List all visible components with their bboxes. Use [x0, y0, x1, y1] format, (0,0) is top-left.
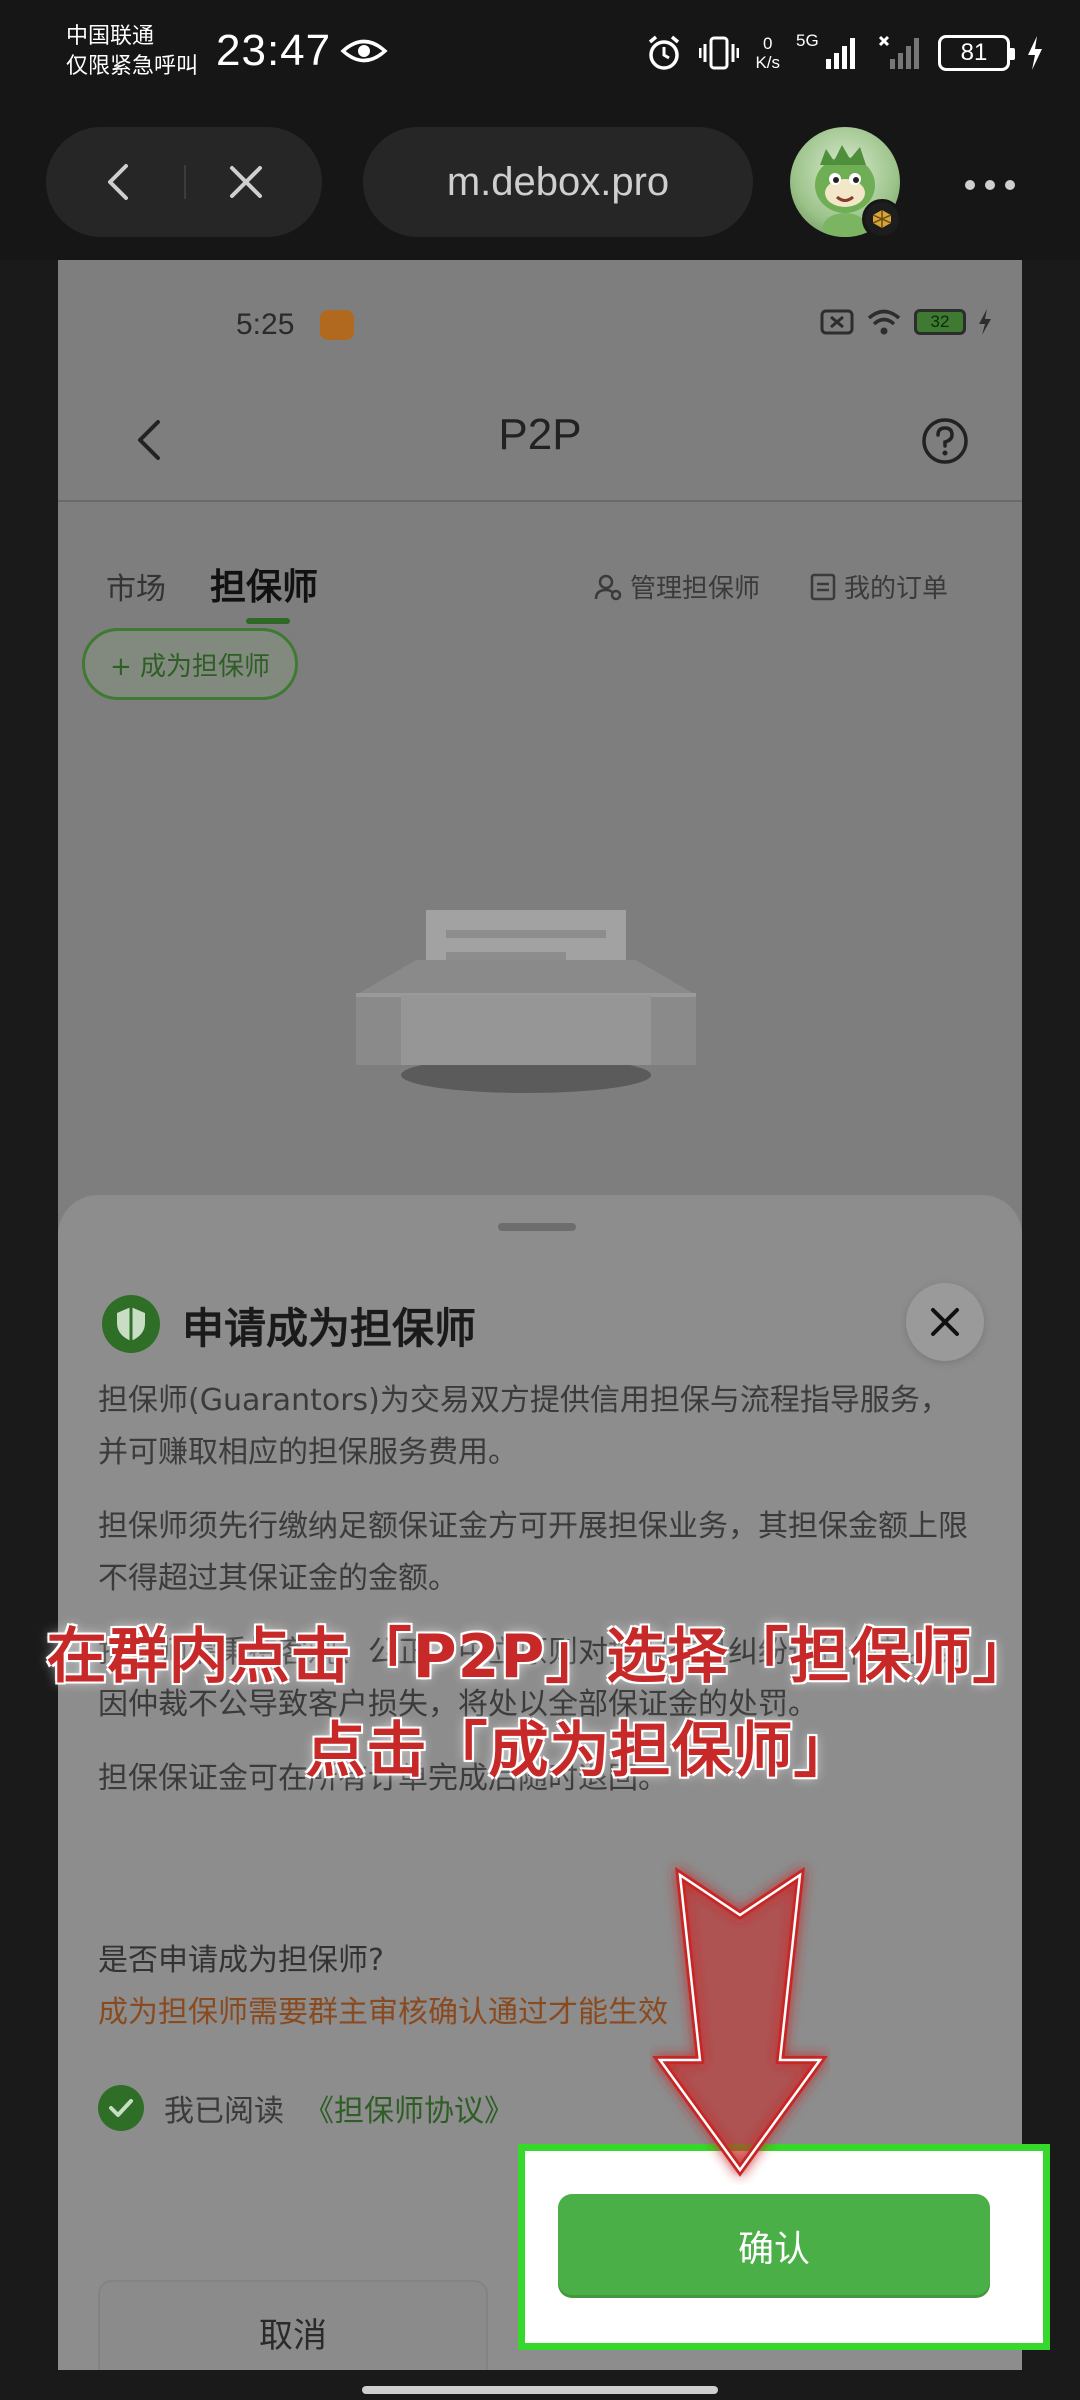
- confirm-button[interactable]: 确认: [558, 2194, 990, 2298]
- cancel-button[interactable]: 取消: [98, 2280, 488, 2370]
- check-icon: [109, 2099, 133, 2117]
- no-sim-icon: [820, 309, 854, 335]
- inner-status-bar: 5:25 32: [58, 260, 1022, 380]
- inner-clock: 5:25: [236, 308, 295, 341]
- more-icon[interactable]: [960, 165, 1020, 205]
- os-status-bar: 中国联通 仅限紧急呼叫 23:47 0 K/s 5G 81: [0, 0, 1080, 105]
- page-title: P2P: [498, 410, 582, 459]
- browser-toolbar: m.debox.pro: [0, 105, 1080, 260]
- tutorial-caption-line-2: 点击「成为担保师」: [305, 1716, 855, 1786]
- inner-system-icons: 32: [820, 308, 992, 336]
- user-settings-icon: [594, 574, 622, 600]
- carrier-status: 仅限紧急呼叫: [66, 54, 199, 79]
- battery-indicator: 81: [938, 35, 1015, 71]
- order-list-icon: [810, 573, 836, 600]
- review-warning: 成为担保师需要群主审核确认通过才能生效: [98, 1995, 668, 2030]
- description-paragraph: 担保师(Guarantors)为交易双方提供信用担保与流程指导服务，并可赚取相应…: [98, 1383, 950, 1470]
- cube-badge-icon: [862, 199, 902, 239]
- close-icon[interactable]: [222, 158, 270, 206]
- app-header: P2P: [58, 380, 1022, 500]
- tutorial-caption-line-1: 在群内点击「P2P」选择「担保师」: [46, 1622, 1034, 1692]
- charging-icon: [1028, 36, 1042, 70]
- signal-empty-icon: [878, 35, 919, 69]
- shield-icon: [102, 1295, 160, 1353]
- signal-5g-icon: 5G: [796, 31, 860, 73]
- inner-battery: 32: [914, 309, 966, 335]
- active-tab-indicator: [246, 618, 290, 624]
- description-paragraph: 担保师须先行缴纳足额保证金方可开展担保业务，其担保金额上限不得超过其保证金的金额…: [98, 1509, 968, 1596]
- system-icons: 0 K/s 5G 81: [645, 28, 1044, 78]
- home-indicator[interactable]: [362, 2386, 718, 2394]
- eye-icon: [340, 39, 388, 63]
- agreement-link[interactable]: 《担保师协议》: [304, 2086, 514, 2130]
- my-orders-link[interactable]: 我的订单: [810, 568, 948, 605]
- carrier-info: 中国联通 仅限紧急呼叫: [66, 22, 198, 82]
- nav-divider: [184, 165, 186, 199]
- become-guarantor-button[interactable]: + 成为担保师: [82, 628, 298, 700]
- url-bar[interactable]: m.debox.pro: [363, 127, 753, 237]
- tab-guarantor[interactable]: 担保师: [210, 558, 318, 610]
- sheet-close-button[interactable]: [906, 1283, 984, 1361]
- vibrate-icon: [699, 36, 740, 70]
- help-icon[interactable]: [920, 416, 970, 466]
- back-arrow-icon[interactable]: [96, 158, 144, 206]
- net-speed: 0 K/s: [755, 34, 780, 72]
- wifi-icon: [867, 309, 901, 335]
- empty-box-illustration: [356, 910, 696, 1093]
- carrier-name: 中国联通: [66, 24, 155, 49]
- drag-handle[interactable]: [498, 1223, 576, 1231]
- down-arrow-icon: [652, 1866, 828, 2177]
- agreement-text: 我已阅读: [164, 2094, 284, 2129]
- agreement-row: 我已阅读 《担保师协议》: [98, 2085, 514, 2131]
- manage-guarantor-link[interactable]: 管理担保师: [594, 568, 760, 605]
- close-icon: [931, 1308, 959, 1336]
- alarm-icon: [649, 35, 680, 70]
- inner-charging-icon: [979, 309, 991, 335]
- nav-controls: [46, 127, 322, 237]
- agreement-checkbox[interactable]: [98, 2085, 144, 2131]
- tab-bar: 市场 担保师 管理担保师 我的订单: [58, 502, 1022, 642]
- embedded-app-screenshot: 5:25 32 P2P 市场 担保师 管理担保师 我的订单 + 成为担保师 申请…: [58, 260, 1022, 2370]
- tab-market[interactable]: 市场: [106, 564, 166, 608]
- screen-record-icon: [320, 310, 354, 340]
- clock: 23:47: [216, 26, 332, 75]
- sheet-title: 申请成为担保师: [182, 1304, 477, 1353]
- apply-question: 是否申请成为担保师?: [98, 1943, 384, 1978]
